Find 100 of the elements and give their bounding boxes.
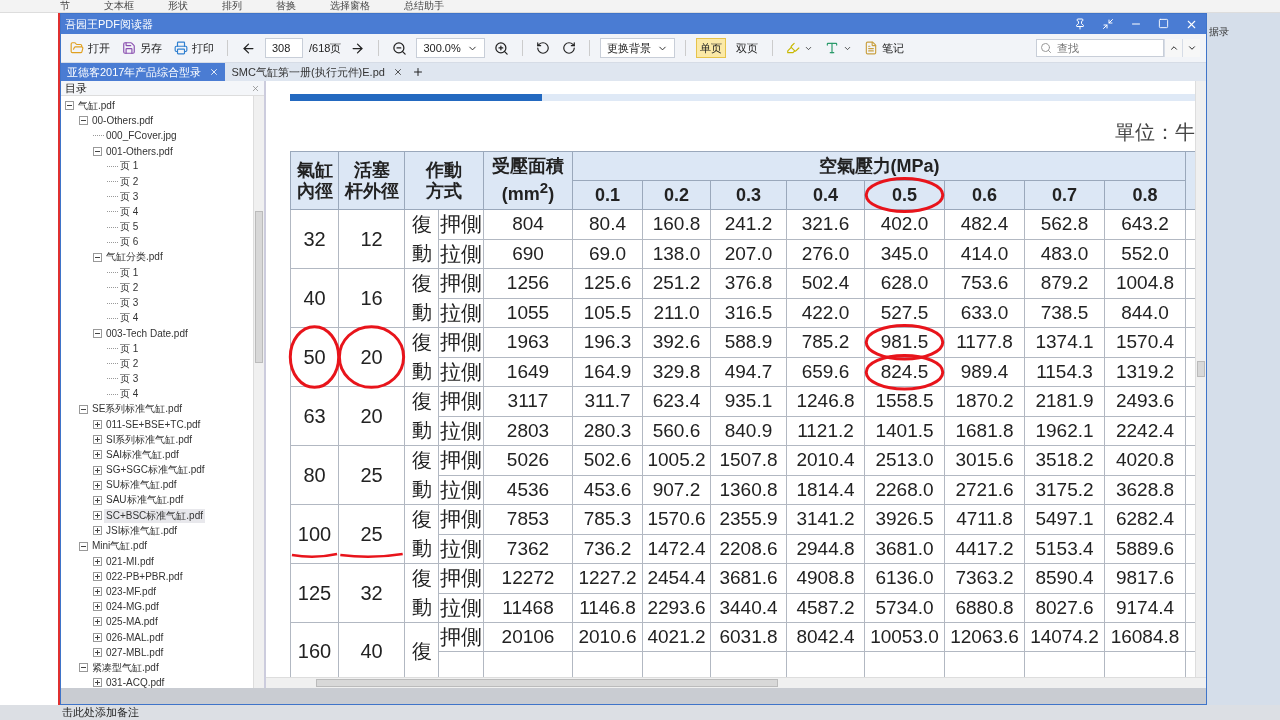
expand-icon[interactable] bbox=[93, 602, 102, 612]
tree-item[interactable]: 00-Others.pdf bbox=[90, 115, 156, 127]
tree-item[interactable]: SE系列标准气缸.pdf bbox=[90, 402, 185, 417]
page-field[interactable]: 308 bbox=[265, 38, 303, 58]
scrollbar[interactable] bbox=[1195, 81, 1206, 677]
table-cell: 12063.6 bbox=[944, 622, 1025, 652]
print-button[interactable]: 打印 bbox=[171, 38, 217, 58]
tree-item[interactable]: 气缸.pdf bbox=[76, 98, 117, 113]
ribbon-item[interactable]: 形状 bbox=[168, 0, 188, 12]
tree-item[interactable]: 021-MI.pdf bbox=[104, 555, 156, 567]
table-cell: 1374.1 bbox=[1024, 327, 1105, 357]
tree-item[interactable]: 页 2 bbox=[118, 356, 141, 371]
tree-item[interactable]: 003-Tech Date.pdf bbox=[104, 327, 190, 339]
expand-icon[interactable] bbox=[93, 571, 102, 581]
collapse-icon[interactable] bbox=[79, 663, 88, 673]
open-button[interactable]: 打开 bbox=[67, 38, 113, 58]
tree-item[interactable]: SAU标准气缸.pdf bbox=[104, 493, 186, 508]
tree-item[interactable]: 001-Others.pdf bbox=[104, 145, 175, 157]
tree-item[interactable]: 页 1 bbox=[118, 159, 141, 174]
expand-icon[interactable] bbox=[93, 511, 102, 521]
tree-item[interactable]: 页 2 bbox=[118, 174, 141, 189]
expand-icon[interactable] bbox=[93, 617, 102, 627]
tree-item[interactable]: SI系列标准气缸.pdf bbox=[104, 432, 195, 447]
ribbon-item[interactable]: 选择窗格 bbox=[330, 0, 370, 12]
table-cell: 1177.8 bbox=[944, 327, 1025, 357]
tree-item[interactable]: 气缸分类.pdf bbox=[104, 250, 165, 265]
view-mode-button[interactable]: 单页 bbox=[695, 38, 726, 58]
pin-icon[interactable] bbox=[1074, 17, 1086, 30]
tree-item[interactable]: 022-PB+PBR.pdf bbox=[104, 570, 185, 582]
close-icon[interactable] bbox=[209, 67, 220, 77]
tree-item[interactable]: 027-MBL.pdf bbox=[104, 646, 166, 658]
tree-item[interactable]: 031-ACQ.pdf bbox=[104, 677, 167, 688]
collapse-icon[interactable] bbox=[93, 146, 102, 156]
expand-icon[interactable] bbox=[93, 632, 102, 642]
ribbon-item[interactable]: 替换 bbox=[276, 0, 296, 12]
tree-item[interactable]: 页 4 bbox=[118, 311, 141, 326]
expand-icon[interactable] bbox=[93, 647, 102, 657]
background-dropdown[interactable]: 更换背景 bbox=[599, 38, 675, 58]
expand-icon[interactable] bbox=[93, 526, 102, 536]
tree-item[interactable]: 页 1 bbox=[118, 341, 141, 356]
tree-item[interactable]: 页 4 bbox=[118, 387, 141, 402]
expand-icon[interactable] bbox=[93, 678, 102, 688]
scrollbar[interactable] bbox=[253, 96, 264, 688]
collapse-icon[interactable] bbox=[93, 328, 102, 338]
tree-item[interactable]: 紧凑型气缸.pdf bbox=[90, 660, 161, 675]
ribbon-item[interactable]: 文本框 bbox=[104, 0, 134, 12]
column-header: 活塞 bbox=[352, 159, 391, 181]
table-cell: 483.0 bbox=[1024, 239, 1105, 269]
expand-icon[interactable] bbox=[93, 435, 102, 445]
collapse-icon[interactable] bbox=[79, 541, 88, 551]
expand-icon[interactable] bbox=[93, 420, 102, 430]
ribbon-item[interactable]: 总结助手 bbox=[404, 0, 444, 12]
view-mode-button[interactable]: 双页 bbox=[731, 38, 762, 58]
expand-icon[interactable] bbox=[93, 450, 102, 460]
tree-item[interactable]: 000_FCover.jpg bbox=[104, 130, 179, 142]
tree-item[interactable]: SC+BSC标准气缸.pdf bbox=[104, 508, 205, 523]
zoom-dropdown[interactable]: 300.0% bbox=[416, 38, 485, 58]
table-cell: 125.6 bbox=[572, 268, 643, 298]
expand-icon[interactable] bbox=[93, 495, 102, 505]
tree-item[interactable]: 页 4 bbox=[118, 204, 141, 219]
save-as-button[interactable]: 另存 bbox=[119, 38, 165, 58]
search-field[interactable]: 查找 bbox=[1036, 39, 1164, 57]
tree-item[interactable]: 页 3 bbox=[118, 189, 141, 204]
tree-item[interactable]: 页 1 bbox=[118, 265, 141, 280]
tree-item[interactable]: SAI标准气缸.pdf bbox=[104, 447, 181, 462]
document-tab[interactable]: 亚德客2017年产品综合型录 bbox=[61, 63, 226, 81]
expand-icon[interactable] bbox=[93, 587, 102, 597]
table-cell: 1154.3 bbox=[1024, 357, 1105, 387]
maximize-icon[interactable] bbox=[1158, 17, 1169, 29]
tree-item[interactable]: 026-MAL.pdf bbox=[104, 631, 166, 643]
tree-item[interactable]: 页 6 bbox=[118, 235, 141, 250]
tree-item[interactable]: 011-SE+BSE+TC.pdf bbox=[104, 419, 203, 431]
scrollbar[interactable] bbox=[266, 677, 1206, 688]
expand-icon[interactable] bbox=[93, 465, 102, 475]
notes-field[interactable]: 击此处添加备注 bbox=[0, 705, 1280, 720]
tree-item[interactable]: 页 3 bbox=[118, 371, 141, 386]
tree-item[interactable]: Mini气缸.pdf bbox=[90, 539, 149, 554]
note-button[interactable]: 笔记 bbox=[860, 38, 907, 58]
expand-icon[interactable] bbox=[93, 556, 102, 566]
close-icon[interactable] bbox=[392, 67, 403, 77]
document-tab[interactable]: SMC气缸第一册(执行元件)E.pd bbox=[225, 63, 409, 81]
tree-item[interactable]: 页 3 bbox=[118, 296, 141, 311]
table-cell: 16 bbox=[338, 268, 405, 328]
collapse-icon[interactable] bbox=[79, 404, 88, 414]
tree-item[interactable]: JSI标准气缸.pdf bbox=[104, 523, 180, 538]
tree-item[interactable]: 024-MG.pdf bbox=[104, 601, 161, 613]
collapse-icon[interactable] bbox=[93, 252, 102, 262]
tree-item[interactable]: 页 5 bbox=[118, 220, 141, 235]
table-cell: 7363.2 bbox=[944, 563, 1025, 593]
tree-item[interactable]: SU标准气缸.pdf bbox=[104, 478, 179, 493]
tree-item[interactable]: SG+SGC标准气缸.pdf bbox=[104, 463, 207, 478]
ribbon-item[interactable]: 节 bbox=[60, 0, 70, 12]
tree-item[interactable]: 023-MF.pdf bbox=[104, 586, 159, 598]
tree-item[interactable]: 页 2 bbox=[118, 280, 141, 295]
collapse-icon[interactable] bbox=[79, 116, 88, 126]
expand-icon[interactable] bbox=[93, 480, 102, 490]
shrink-icon[interactable] bbox=[1102, 17, 1114, 30]
ribbon-item[interactable]: 排列 bbox=[222, 0, 242, 12]
collapse-icon[interactable] bbox=[65, 101, 74, 111]
tree-item[interactable]: 025-MA.pdf bbox=[104, 616, 160, 628]
